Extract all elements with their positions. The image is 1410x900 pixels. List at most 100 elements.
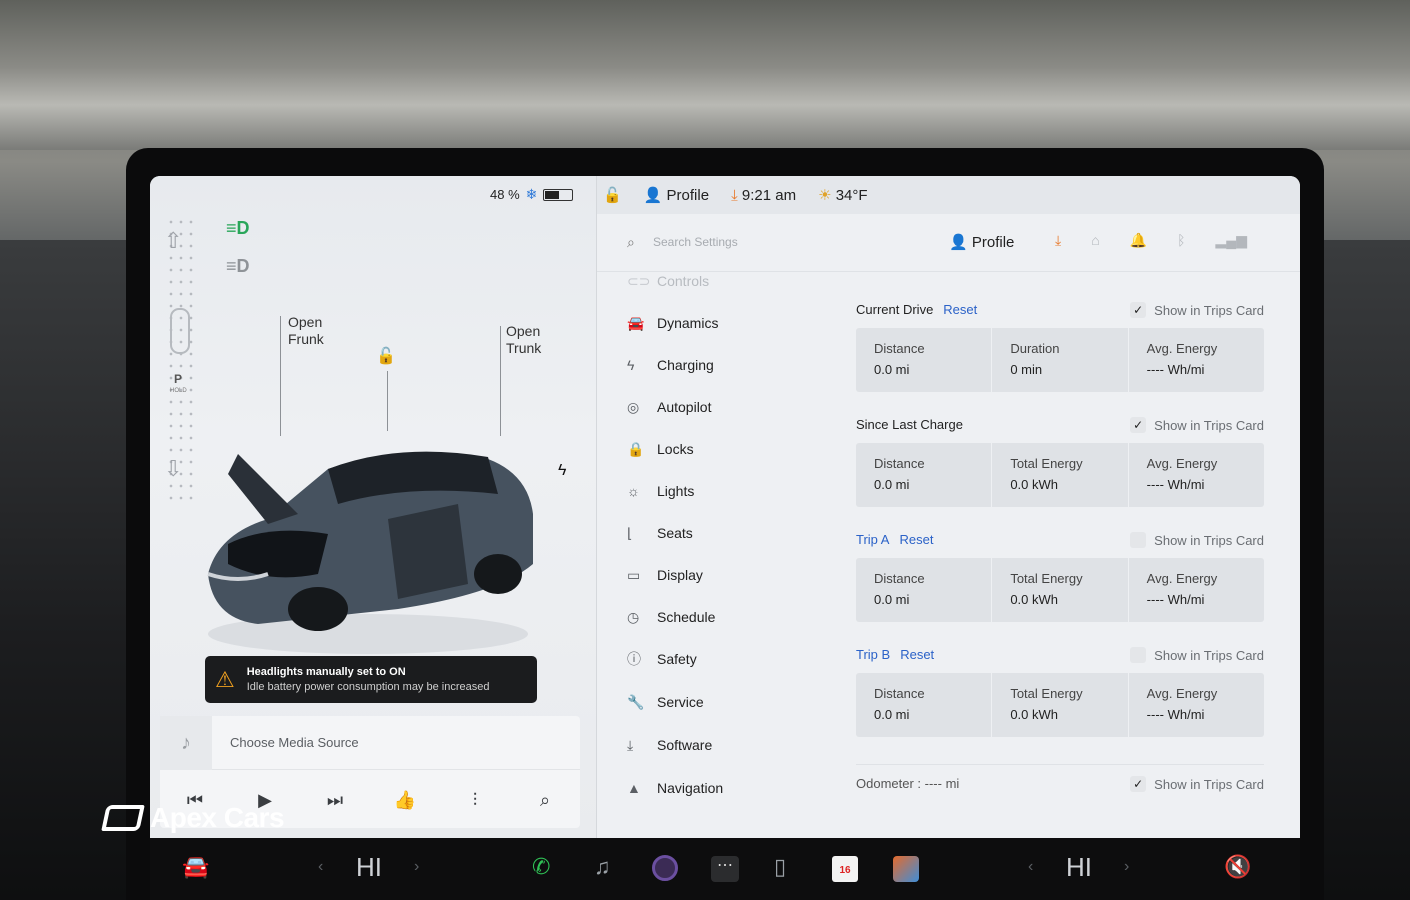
nav-item-display[interactable]: ▭ Display — [627, 558, 703, 592]
reset-trip-a-button[interactable]: Reset — [899, 532, 933, 547]
nav-item-dynamics[interactable]: 🚘 Dynamics — [627, 306, 718, 340]
gear-hold-label: HOLD — [170, 388, 187, 394]
chevron-left-icon[interactable]: ‹ — [318, 858, 323, 876]
stat-distance: Distance 0.0 mi — [874, 571, 925, 607]
since-last-charge-title: Since Last Charge — [856, 417, 963, 432]
bell-icon[interactable]: 🔔 — [1130, 232, 1147, 249]
charge-port-icon[interactable]: ϟ — [558, 462, 566, 480]
unlock-icon[interactable]: 🔓 — [376, 346, 396, 366]
alert-subtitle: Idle battery power consumption may be in… — [246, 681, 490, 693]
checkbox-checked[interactable]: ✓ — [1130, 776, 1147, 792]
warning-icon: ⚠ — [215, 666, 235, 692]
frunk-leader-line — [280, 316, 281, 436]
dashboard-left — [0, 240, 140, 900]
checkbox-checked[interactable]: ✓ — [1130, 302, 1147, 318]
trip-b-title: Trip B Reset — [856, 647, 935, 662]
climate-left-hi[interactable]: HI — [356, 852, 382, 883]
navigation-icon: ▲ — [627, 780, 641, 796]
car-outline-icon — [170, 308, 190, 354]
stat-total-energy: Total Energy 0.0 kWh — [991, 443, 1127, 507]
auto-headlight-icon[interactable]: ≡D — [226, 256, 250, 277]
media-source-selector[interactable]: ♪ Choose Media Source — [160, 716, 580, 770]
open-trunk-button[interactable]: Open Trunk — [506, 323, 541, 357]
mute-icon[interactable]: 🔇 — [1224, 854, 1251, 880]
equalizer-icon[interactable]: ⫶ — [455, 790, 495, 811]
bolt-icon: ϟ — [627, 357, 635, 373]
chevron-right-icon[interactable]: › — [1124, 858, 1129, 876]
next-track-icon[interactable]: ⏭ — [315, 790, 355, 811]
since-last-charge-card: Distance 0.0 mi Total Energy 0.0 kWh Avg. … — [856, 443, 1264, 507]
manual-icon[interactable]: ▯ — [774, 854, 786, 880]
nav-item-charging[interactable]: ϟ Charging — [627, 348, 714, 382]
camera-icon[interactable] — [652, 855, 678, 881]
show-odometer-toggle[interactable]: ✓ Show in Trips Card — [1130, 776, 1264, 792]
show-trip-a-toggle[interactable]: Show in Trips Card — [1130, 532, 1264, 548]
thumbs-up-icon[interactable]: 👍 — [385, 790, 425, 811]
stat-total-energy: Total Energy 0.0 kWh — [991, 558, 1127, 622]
stat-distance: Distance 0.0 mi — [874, 456, 925, 492]
outside-temperature: ☀ 34°F — [818, 187, 868, 204]
battery-status: 48 % ❄ — [490, 186, 574, 203]
nav-item-lights[interactable]: ☼ Lights — [627, 474, 694, 508]
lock-status-icon[interactable]: 🔓 — [603, 186, 622, 204]
nav-item-safety[interactable]: ⓘ Safety — [627, 642, 697, 676]
lock-icon: 🔒 — [627, 440, 645, 457]
search-icon[interactable]: ⌕ — [525, 790, 565, 811]
stat-duration: Duration 0 min — [991, 328, 1127, 392]
stat-distance: Distance 0.0 mi — [874, 341, 925, 377]
car-3d-model — [207, 451, 533, 654]
car-panel: 48 % ❄ ⇧ P HOLD ⇩ ≡D ≡D Open Frunk Open Tr… — [150, 176, 596, 838]
bluetooth-icon[interactable]: ᛒ — [1177, 232, 1185, 249]
lock-leader-line — [387, 371, 388, 431]
nav-item-schedule[interactable]: ◷ Schedule — [627, 600, 715, 634]
show-trip-b-toggle[interactable]: Show in Trips Card — [1130, 647, 1264, 663]
settings-profile-button[interactable]: 👤 Profile — [949, 233, 1014, 251]
show-current-drive-toggle[interactable]: ✓ Show in Trips Card — [1130, 302, 1264, 318]
display-icon: ▭ — [627, 566, 641, 583]
nav-item-locks[interactable]: 🔒 Locks — [627, 432, 694, 466]
checkbox-unchecked[interactable] — [1130, 532, 1147, 548]
trunk-leader-line — [500, 326, 501, 436]
stat-avg-energy: Avg. Energy ---- Wh/mi — [1127, 328, 1264, 392]
checkbox-checked[interactable]: ✓ — [1130, 417, 1147, 433]
headlight-on-icon[interactable]: ≡D — [226, 218, 250, 239]
arrow-up-icon[interactable]: ⇧ — [164, 228, 182, 254]
clock: ⤓ 9:21 am — [731, 186, 797, 204]
trip-a-card: Distance 0.0 mi Total Energy 0.0 kWh Avg. … — [856, 558, 1264, 622]
download-icon: ⤓ — [627, 736, 634, 753]
phone-icon[interactable]: ✆ — [532, 854, 550, 880]
music-note-icon: ♪ — [160, 716, 212, 770]
stat-total-energy: Total Energy 0.0 kWh — [991, 673, 1127, 737]
search-settings-input[interactable] — [653, 231, 893, 253]
arrow-down-icon[interactable]: ⇩ — [164, 456, 182, 482]
music-icon[interactable]: ♫ — [594, 854, 611, 880]
nav-item-software[interactable]: ⤓ Software — [627, 728, 712, 762]
show-since-last-charge-toggle[interactable]: ✓ Show in Trips Card — [1130, 417, 1264, 433]
reset-trip-b-button[interactable]: Reset — [900, 647, 934, 662]
nav-item-navigation[interactable]: ▲ Navigation — [627, 771, 723, 805]
arcade-icon[interactable] — [893, 856, 919, 882]
reset-current-drive-button[interactable]: Reset — [943, 302, 977, 317]
light-icon: ☼ — [627, 483, 640, 499]
search-icon: ⌕ — [627, 234, 635, 250]
nav-item-autopilot[interactable]: ◎ Autopilot — [627, 390, 711, 424]
calendar-icon[interactable]: 16 — [832, 856, 858, 882]
chevron-right-icon[interactable]: › — [414, 858, 419, 876]
climate-right-hi[interactable]: HI — [1066, 852, 1092, 883]
chevron-left-icon[interactable]: ‹ — [1028, 858, 1033, 876]
car-icon[interactable]: 🚘 — [182, 854, 209, 880]
nav-item-controls[interactable]: ⊂⊃ Controls — [627, 264, 709, 298]
apex-cars-watermark: Apex Cars — [101, 802, 285, 834]
gear-park[interactable]: P — [174, 372, 182, 386]
homelink-icon[interactable]: ⌂ — [1091, 232, 1099, 249]
media-source-label: Choose Media Source — [230, 735, 359, 750]
nav-item-seats[interactable]: ⌊ Seats — [627, 516, 693, 550]
download-icon[interactable]: ⤓ — [1055, 232, 1061, 249]
headlight-alert[interactable]: ⚠ Headlights manually set to ON Idle bat… — [205, 656, 537, 703]
checkbox-unchecked[interactable] — [1130, 647, 1147, 663]
top-status-bar: 🔓 👤 Profile ⤓ 9:21 am ☀ 34°F — [597, 176, 1300, 214]
profile-menu[interactable]: 👤 Profile — [644, 186, 709, 204]
open-frunk-button[interactable]: Open Frunk — [288, 314, 324, 348]
more-apps-icon[interactable]: ⋯ — [711, 856, 739, 882]
nav-item-service[interactable]: 🔧 Service — [627, 685, 704, 719]
